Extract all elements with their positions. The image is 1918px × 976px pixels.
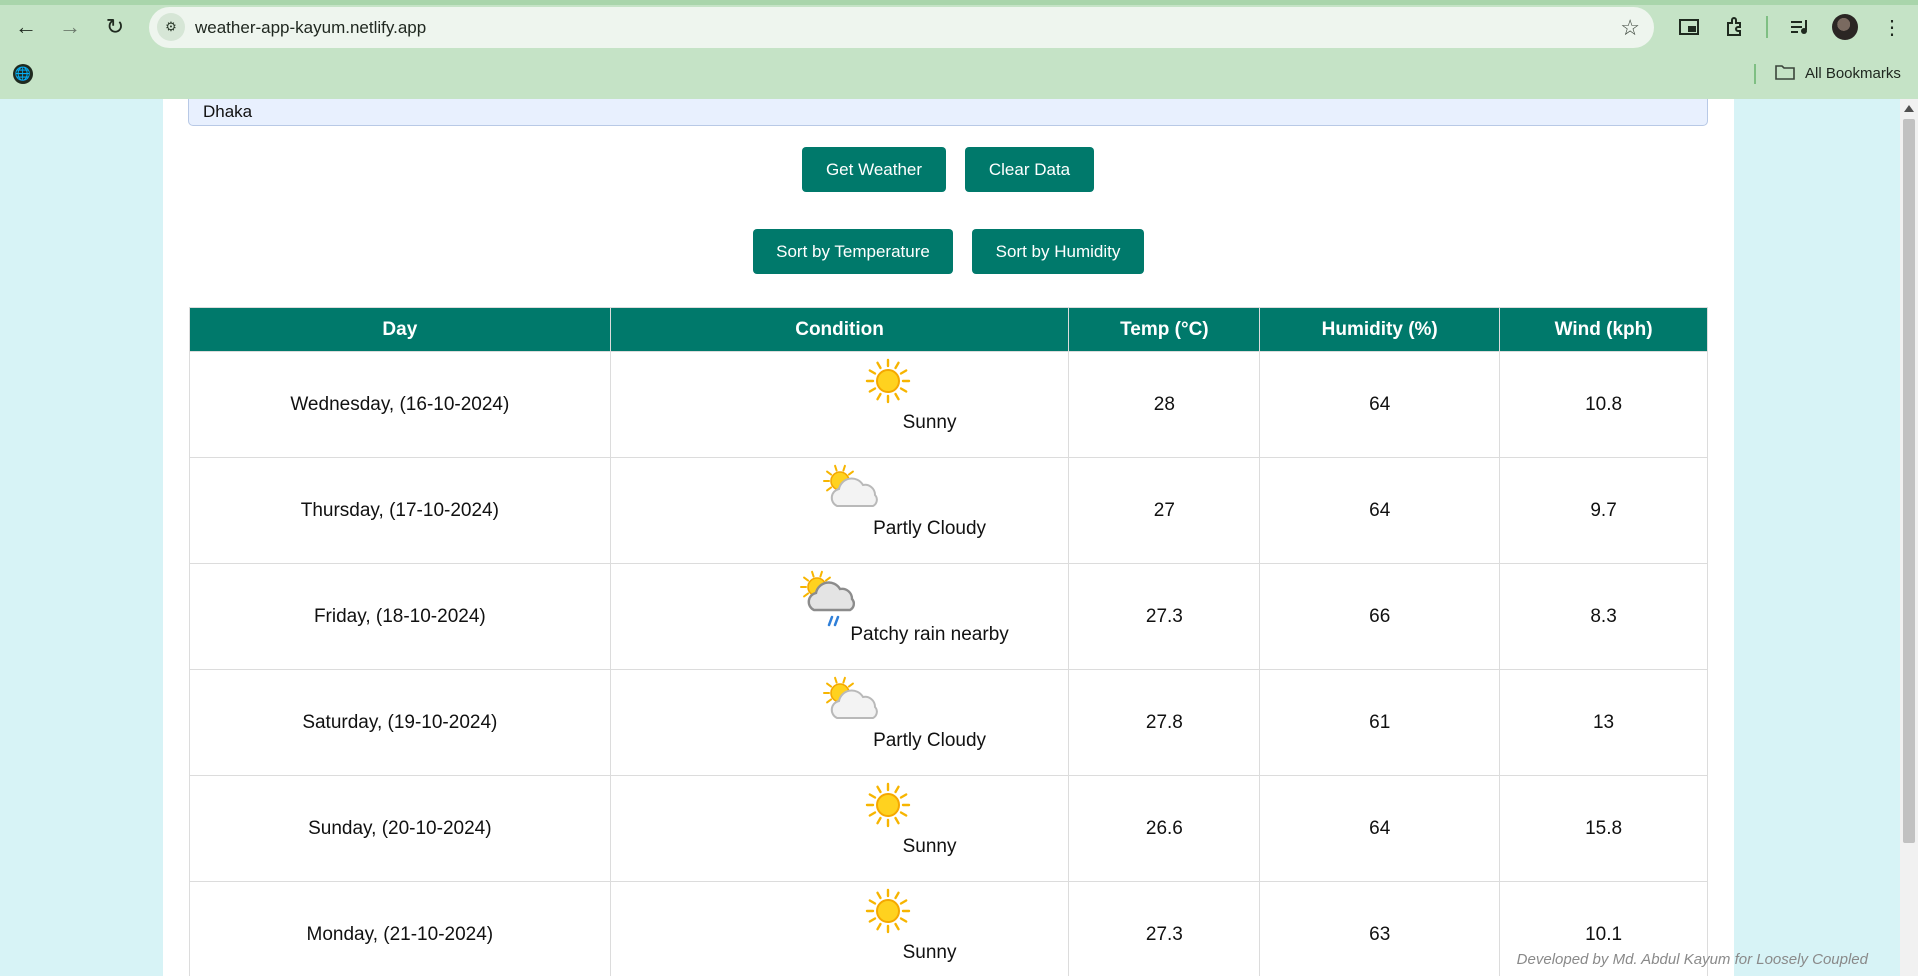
header-wind: Wind (kph) bbox=[1499, 307, 1708, 352]
table-row: Thursday, (17-10-2024) Partly Cloudy 27 64 9… bbox=[189, 457, 1708, 564]
page-viewport: Dhaka Get Weather Clear Data Sort by Tem… bbox=[0, 99, 1900, 976]
cell-condition: Partly Cloudy bbox=[609, 457, 1070, 564]
cell-condition: Sunny bbox=[609, 775, 1070, 882]
back-arrow-icon[interactable]: ← bbox=[9, 10, 43, 44]
header-condition: Condition bbox=[609, 307, 1070, 352]
condition-text: Sunny bbox=[902, 411, 957, 433]
site-info-icon[interactable]: ⚙ bbox=[157, 13, 185, 41]
bookmarks-divider bbox=[1754, 64, 1756, 84]
more-menu-icon[interactable]: ⋮ bbox=[1876, 11, 1908, 43]
cell-wind: 13 bbox=[1499, 669, 1708, 776]
toolbar-divider bbox=[1766, 16, 1768, 38]
table-header-row: Day Condition Temp (°C) Humidity (%) Win… bbox=[189, 307, 1708, 352]
profile-avatar[interactable] bbox=[1832, 14, 1858, 40]
cell-condition: Sunny bbox=[609, 881, 1070, 976]
weather-card: Dhaka Get Weather Clear Data Sort by Tem… bbox=[163, 99, 1734, 976]
cell-temp: 28 bbox=[1068, 351, 1261, 458]
forward-arrow-icon[interactable]: → bbox=[53, 10, 87, 44]
condition-wrap: Partly Cloudy bbox=[710, 672, 986, 768]
condition-text: Sunny bbox=[902, 941, 957, 963]
table-row: Wednesday, (16-10-2024) Sunny 28 64 10.8 bbox=[189, 351, 1708, 458]
picture-in-picture-icon[interactable] bbox=[1673, 11, 1705, 43]
cell-humidity: 64 bbox=[1259, 775, 1501, 882]
cell-temp: 26.6 bbox=[1068, 775, 1261, 882]
cell-humidity: 66 bbox=[1259, 563, 1501, 670]
footer-credit: Developed by Md. Abdul Kayum for Loosely… bbox=[1516, 951, 1868, 968]
clear-data-button[interactable]: Clear Data bbox=[965, 147, 1094, 192]
forecast-table: Day Condition Temp (°C) Humidity (%) Win… bbox=[189, 307, 1708, 976]
page-scrollbar[interactable] bbox=[1900, 99, 1918, 976]
cell-day: Monday, (21-10-2024) bbox=[189, 881, 611, 976]
cell-wind: 9.7 bbox=[1499, 457, 1708, 564]
scroll-up-arrow-icon[interactable] bbox=[1904, 105, 1914, 112]
all-bookmarks-label[interactable]: All Bookmarks bbox=[1805, 65, 1901, 82]
cell-humidity: 64 bbox=[1259, 457, 1501, 564]
table-row: Monday, (21-10-2024) Sunny 27.3 63 10.1 bbox=[189, 881, 1708, 976]
scroll-thumb[interactable] bbox=[1903, 119, 1915, 843]
folder-icon[interactable] bbox=[1775, 64, 1795, 85]
cell-day: Saturday, (19-10-2024) bbox=[189, 669, 611, 776]
get-weather-button[interactable]: Get Weather bbox=[802, 147, 946, 192]
sort-by-humidity-button[interactable]: Sort by Humidity bbox=[972, 229, 1144, 274]
cell-wind: 8.3 bbox=[1499, 563, 1708, 670]
cell-temp: 27.3 bbox=[1068, 881, 1261, 976]
extensions-icon[interactable] bbox=[1718, 11, 1750, 43]
media-control-icon[interactable] bbox=[1784, 11, 1816, 43]
address-bar[interactable]: ⚙ weather-app-kayum.netlify.app ☆ bbox=[149, 7, 1654, 48]
condition-text: Partly Cloudy bbox=[873, 517, 987, 539]
browser-chrome: ← → ↻ ⚙ weather-app-kayum.netlify.app ☆ … bbox=[0, 0, 1918, 99]
cell-temp: 27.8 bbox=[1068, 669, 1261, 776]
bookmark-star-icon[interactable]: ☆ bbox=[1620, 15, 1640, 41]
chrome-top-strip bbox=[0, 0, 1918, 5]
url-text[interactable]: weather-app-kayum.netlify.app bbox=[195, 18, 426, 38]
cell-temp: 27.3 bbox=[1068, 563, 1261, 670]
sort-by-temperature-button[interactable]: Sort by Temperature bbox=[753, 229, 953, 274]
header-humidity: Humidity (%) bbox=[1259, 307, 1501, 352]
table-row: Saturday, (19-10-2024) Partly Cloudy 27.8 6… bbox=[189, 669, 1708, 776]
globe-icon[interactable]: 🌐 bbox=[13, 64, 33, 84]
condition-wrap: Patchy rain nearby bbox=[710, 566, 1009, 662]
cell-humidity: 63 bbox=[1259, 881, 1501, 976]
forecast-body: Wednesday, (16-10-2024) Sunny 28 64 10.8 Thur… bbox=[189, 351, 1708, 976]
header-temp: Temp (°C) bbox=[1068, 307, 1261, 352]
header-day: Day bbox=[189, 307, 611, 352]
condition-text: Patchy rain nearby bbox=[850, 623, 1009, 645]
cell-day: Friday, (18-10-2024) bbox=[189, 563, 611, 670]
cell-day: Sunday, (20-10-2024) bbox=[189, 775, 611, 882]
cell-wind: 15.8 bbox=[1499, 775, 1708, 882]
cell-temp: 27 bbox=[1068, 457, 1261, 564]
cell-humidity: 64 bbox=[1259, 351, 1501, 458]
condition-wrap: Sunny bbox=[710, 884, 970, 976]
cell-condition: Sunny bbox=[609, 351, 1070, 458]
cell-day: Thursday, (17-10-2024) bbox=[189, 457, 611, 564]
city-input[interactable]: Dhaka bbox=[188, 99, 1708, 126]
condition-wrap: Sunny bbox=[710, 354, 970, 450]
cell-wind: 10.8 bbox=[1499, 351, 1708, 458]
condition-text: Sunny bbox=[902, 835, 957, 857]
table-row: Sunday, (20-10-2024) Sunny 26.6 64 15.8 bbox=[189, 775, 1708, 882]
condition-text: Partly Cloudy bbox=[873, 729, 987, 751]
cell-humidity: 61 bbox=[1259, 669, 1501, 776]
condition-wrap: Sunny bbox=[710, 778, 970, 874]
cell-condition: Patchy rain nearby bbox=[609, 563, 1070, 670]
condition-wrap: Partly Cloudy bbox=[710, 460, 986, 556]
cell-condition: Partly Cloudy bbox=[609, 669, 1070, 776]
reload-icon[interactable]: ↻ bbox=[98, 10, 132, 44]
cell-day: Wednesday, (16-10-2024) bbox=[189, 351, 611, 458]
table-row: Friday, (18-10-2024) Patchy rain nearby 27… bbox=[189, 563, 1708, 670]
